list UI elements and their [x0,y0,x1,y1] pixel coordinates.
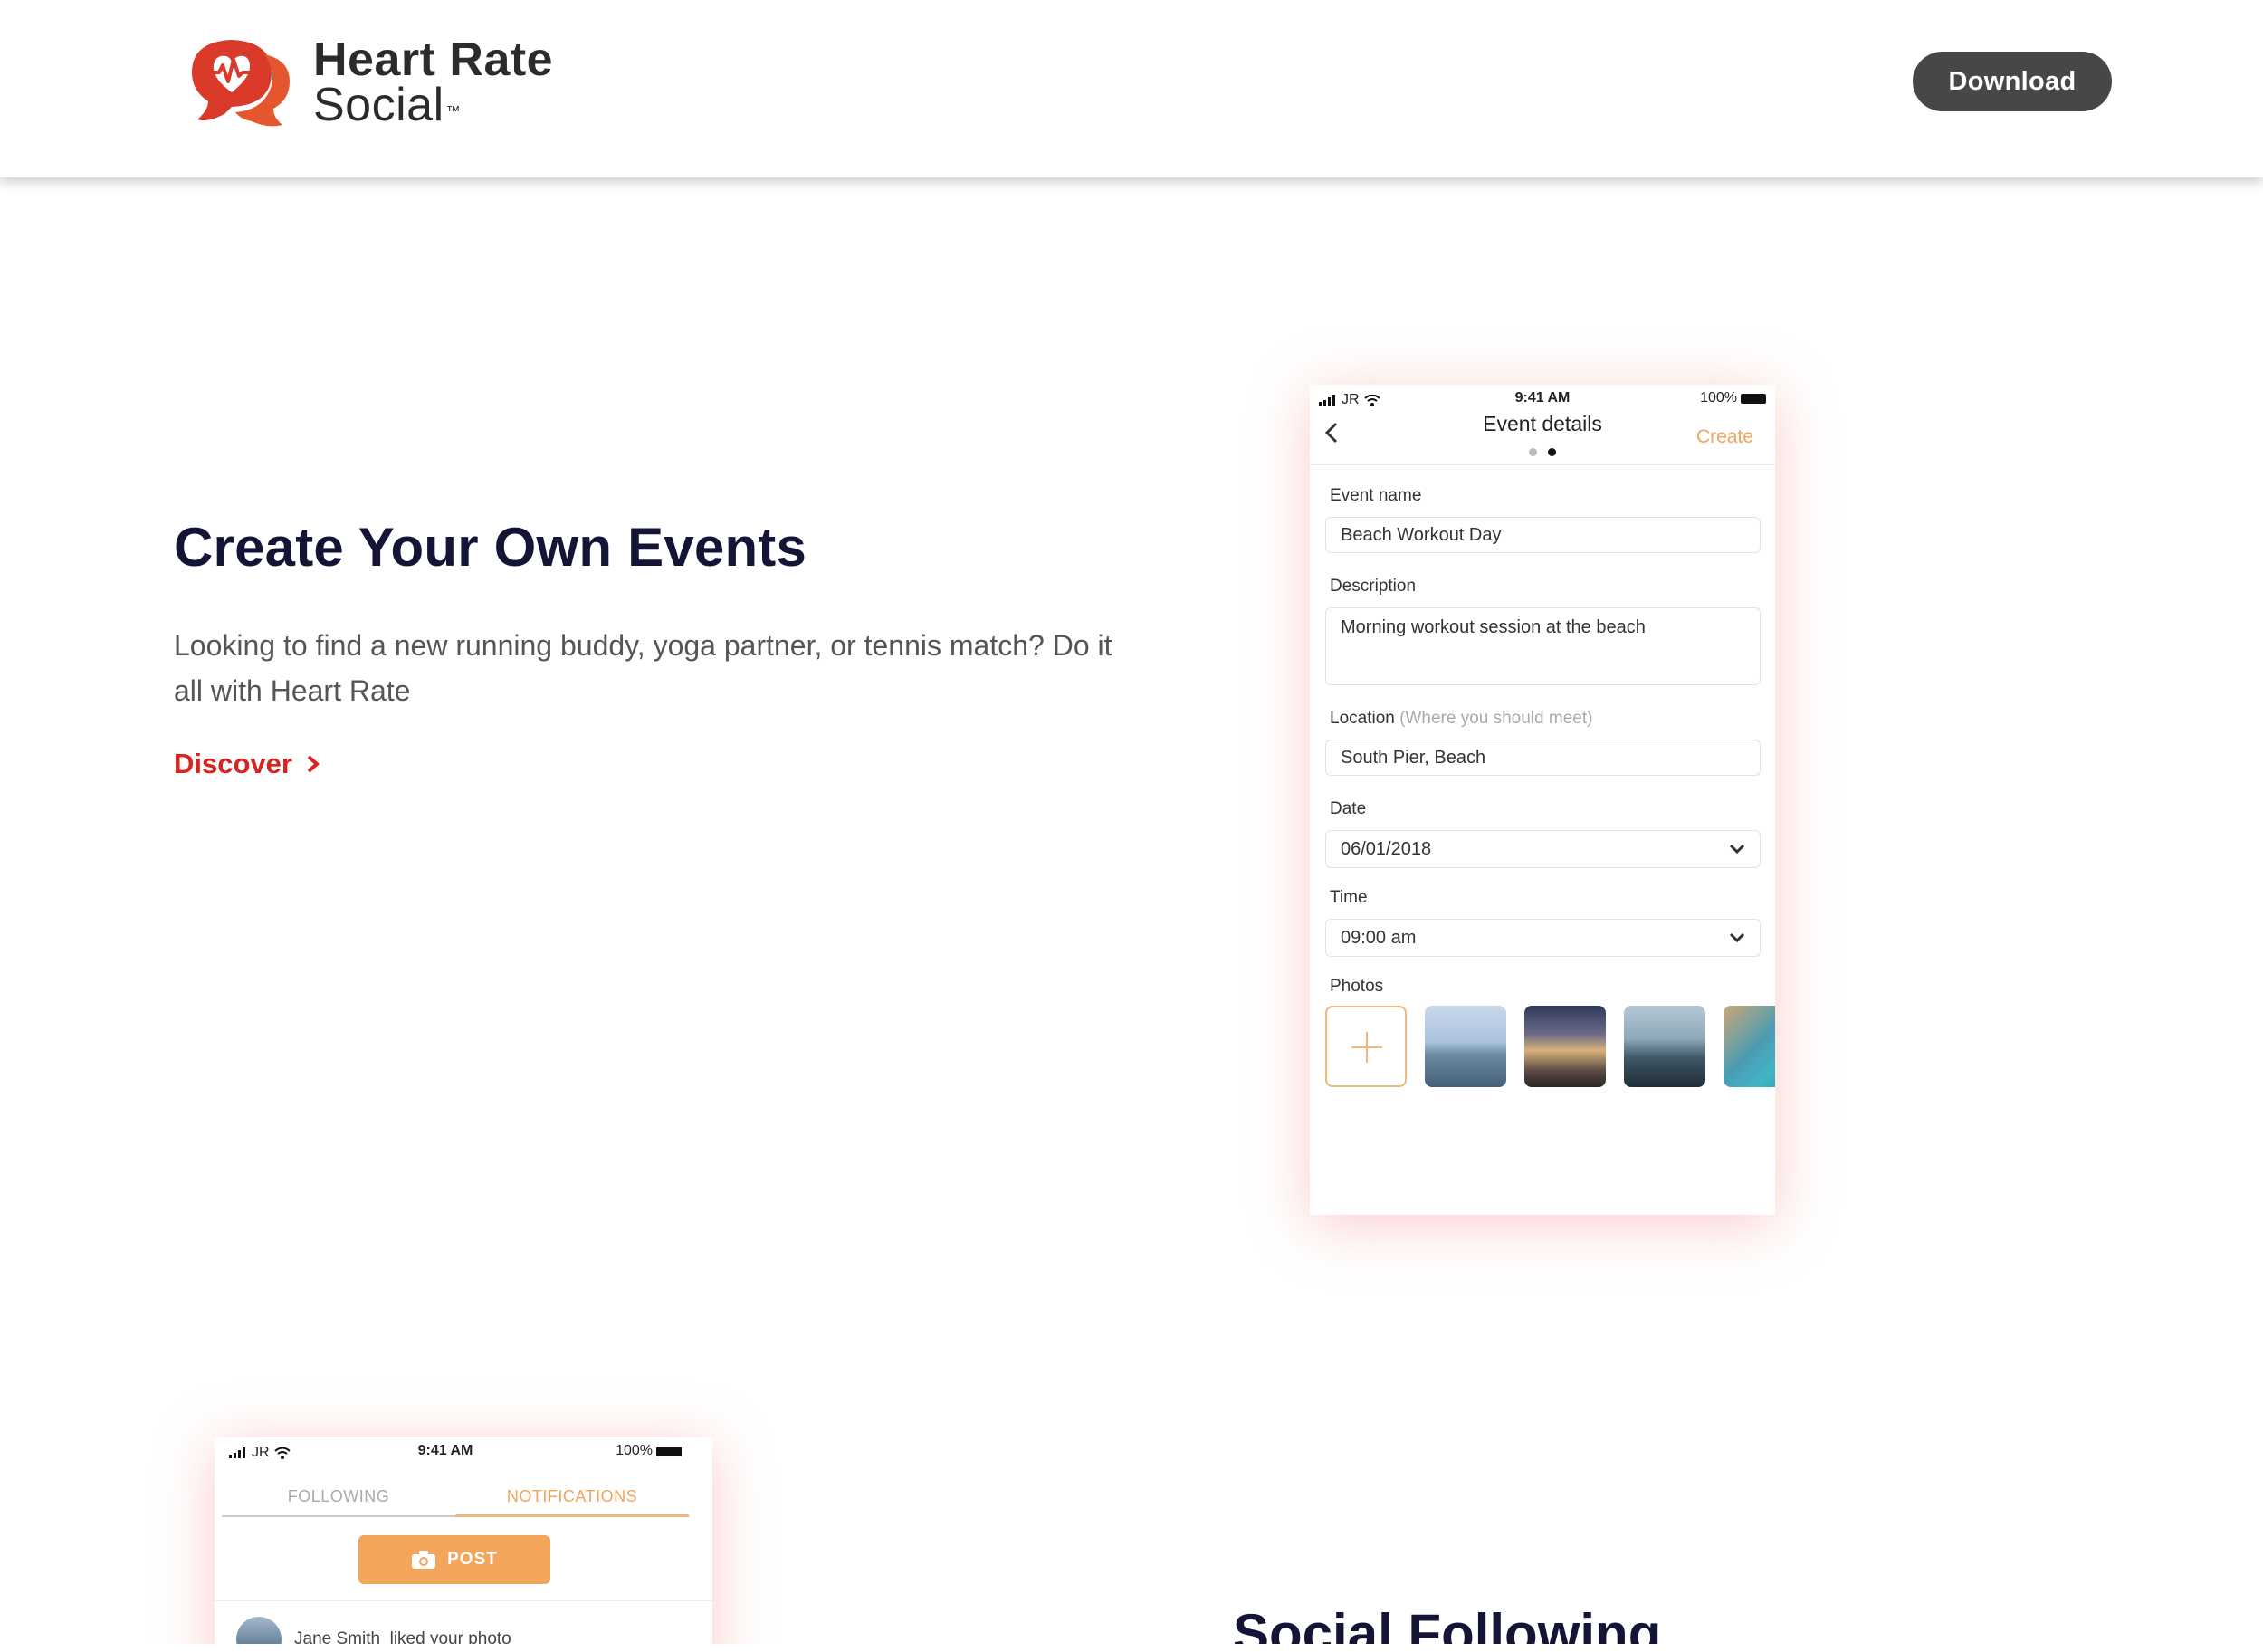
event-name-label: Event name [1330,486,1422,505]
time-value: 09:00 am [1341,927,1417,948]
discover-label: Discover [174,748,292,779]
section-title: Create Your Own Events [174,517,807,578]
chevron-down-icon [1729,844,1745,855]
trademark: ™ [445,104,462,119]
page-dot-active [1548,448,1556,456]
divider [1310,464,1775,465]
divider [215,1600,712,1601]
add-photo-button[interactable] [1325,1006,1407,1087]
social-feed-phone-mockup: JR 9:41 AM 100% FOLLOWING NOTIFICATIONS … [215,1437,712,1652]
logo-subtitle: Social ™ [313,79,462,131]
page-bottom-edge [0,1644,2263,1652]
location-input[interactable]: South Pier, Beach [1325,740,1761,776]
feed-tabs: FOLLOWING NOTIFICATIONS [222,1483,689,1517]
plus-icon [1351,1032,1382,1063]
tab-notifications[interactable]: NOTIFICATIONS [455,1483,689,1517]
battery-label: 100% [1700,390,1737,406]
status-bar: JR 9:41 AM 100% [1310,385,1775,412]
page-indicator [1310,448,1775,456]
date-label: Date [1330,799,1367,818]
chevron-right-icon [307,755,320,773]
event-name-input[interactable]: Beach Workout Day [1325,517,1761,553]
camera-icon [412,1551,436,1569]
description-label: Description [1330,577,1417,596]
date-value: 06/01/2018 [1341,838,1432,859]
logo[interactable]: Heart Rate Social ™ [188,33,568,132]
battery-label: 100% [616,1443,653,1458]
photo-list [1325,1006,1775,1087]
description-input[interactable]: Morning workout session at the beach [1325,607,1761,685]
battery-icon [656,1446,682,1456]
location-label: Location (Where you should meet) [1330,709,1593,728]
site-header: Heart Rate Social ™ Download [0,0,2263,177]
post-label: POST [447,1550,498,1569]
photo-thumbnail[interactable] [1425,1006,1506,1087]
location-hint: (Where you should meet) [1399,709,1593,728]
post-button[interactable]: POST [358,1535,550,1584]
download-button[interactable]: Download [1913,52,2112,111]
photo-thumbnail[interactable] [1724,1006,1775,1087]
status-bar: JR 9:41 AM 100% [215,1437,712,1465]
photo-thumbnail[interactable] [1624,1006,1705,1087]
tab-following[interactable]: FOLLOWING [222,1483,455,1517]
page-dot [1529,448,1537,456]
section-description: Looking to find a new running buddy, yog… [174,629,1112,707]
date-select[interactable]: 06/01/2018 [1325,830,1761,868]
event-details-phone-mockup: JR 9:41 AM 100% Event details Create Eve… [1310,385,1775,1215]
photo-thumbnail[interactable] [1524,1006,1606,1087]
time-select[interactable]: 09:00 am [1325,919,1761,957]
chevron-down-icon [1729,932,1745,943]
battery-icon [1741,393,1766,404]
time-label: Time [1330,888,1368,907]
heart-rate-logo-icon [192,40,290,127]
discover-link[interactable]: Discover [174,748,321,780]
photos-label: Photos [1330,977,1384,996]
create-button[interactable]: Create [1696,426,1753,448]
